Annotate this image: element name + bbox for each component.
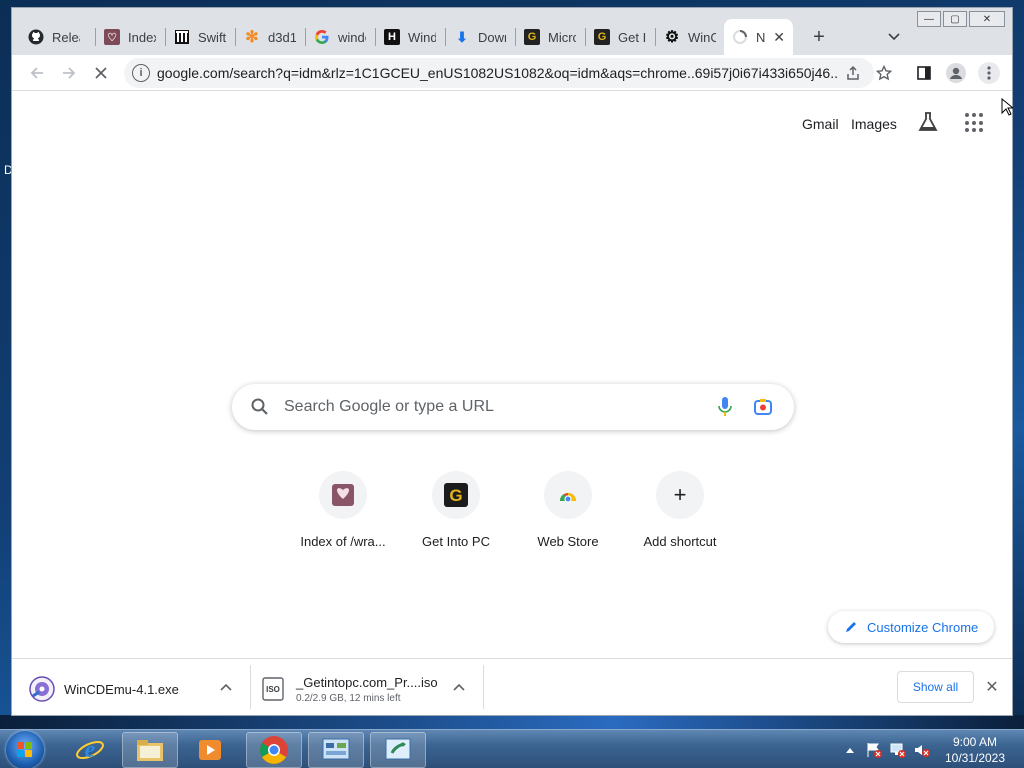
plus-icon: +: [656, 471, 704, 519]
address-bar[interactable]: i google.com/search?q=idm&rlz=1C1GCEU_en…: [124, 58, 874, 88]
clock-time: 9:00 AM: [952, 735, 998, 749]
download-arrow-icon: ⬇: [456, 28, 468, 45]
chrome-icon[interactable]: [246, 732, 302, 768]
share-icon[interactable]: [842, 62, 864, 84]
bookmark-star-icon[interactable]: [873, 62, 895, 84]
orange-asterisk-icon: ✻: [245, 29, 259, 46]
tab-google-windows[interactable]: windo: [306, 19, 376, 55]
svg-text:G: G: [449, 486, 462, 505]
search-placeholder[interactable]: Search Google or type a URL: [284, 398, 494, 416]
volume-muted-icon[interactable]: [913, 730, 931, 768]
new-tab-button[interactable]: +: [807, 25, 831, 49]
close-download-shelf-button[interactable]: ✕: [982, 677, 1002, 697]
chrome-webstore-icon: [544, 471, 592, 519]
google-search-box[interactable]: Search Google or type a URL: [232, 384, 794, 430]
show-all-downloads-button[interactable]: Show all: [897, 671, 974, 703]
google-icon: [314, 29, 330, 45]
index-favicon-icon: ♡: [104, 29, 120, 45]
getintopc-icon: G: [594, 29, 610, 45]
images-link[interactable]: Images: [851, 116, 897, 132]
download-shelf: WinCDEmu-4.1.exe ISO _Getintopc.com_Pr..…: [12, 658, 1012, 715]
chrome-menu-icon[interactable]: [978, 62, 1000, 84]
action-center-flag-icon[interactable]: [865, 730, 883, 768]
svg-text:e: e: [85, 737, 96, 763]
network-icon[interactable]: [889, 730, 907, 768]
search-icon: [250, 397, 270, 417]
gmail-link[interactable]: Gmail: [802, 116, 839, 132]
chevron-up-icon[interactable]: [449, 677, 469, 697]
chrome-window: Releases ♡ Index of Swift ✻ d3d1 windo: [11, 7, 1013, 716]
close-icon: [95, 67, 107, 79]
iso-file-icon: ISO: [262, 677, 284, 701]
pencil-icon: [846, 622, 856, 632]
microphone-icon[interactable]: [718, 396, 732, 418]
new-tab-page: Gmail Images Search Google or type a URL: [12, 91, 1012, 658]
system-clock[interactable]: 9:00 AM 10/31/2023: [935, 734, 1015, 766]
show-hidden-icons-button[interactable]: [845, 730, 855, 768]
download-separator: [483, 665, 484, 709]
internet-explorer-icon[interactable]: e: [62, 732, 118, 768]
browser-toolbar: i google.com/search?q=idm&rlz=1C1GCEU_en…: [12, 55, 1012, 91]
back-arrow-icon: [30, 67, 43, 79]
customize-chrome-button[interactable]: Customize Chrome: [828, 611, 994, 643]
download-item-iso[interactable]: ISO _Getintopc.com_Pr....iso 0.2/2.9 GB,…: [262, 667, 438, 711]
download-item-wincdemu[interactable]: WinCDEmu-4.1.exe: [29, 667, 179, 711]
stop-loading-button[interactable]: [88, 60, 114, 86]
google-lens-camera-icon[interactable]: [753, 397, 773, 417]
tab-microsoft[interactable]: G Micro: [516, 19, 586, 55]
tab-releases[interactable]: Releases: [20, 19, 90, 55]
h-logo-icon: H: [384, 29, 400, 45]
site-info-icon[interactable]: i: [132, 64, 150, 82]
shortcut-web-store[interactable]: Web Store: [512, 465, 624, 561]
shortcut-add[interactable]: + Add shortcut: [624, 465, 736, 561]
getintopc-icon: G: [432, 471, 480, 519]
start-button[interactable]: [6, 731, 44, 768]
tab-d3d1[interactable]: ✻ d3d1: [236, 19, 306, 55]
windows-logo-icon: [17, 742, 33, 758]
forward-button[interactable]: [56, 60, 82, 86]
getintopc-icon: G: [524, 29, 540, 45]
side-panel-icon[interactable]: [913, 62, 935, 84]
chevron-up-icon[interactable]: [216, 677, 236, 697]
forward-arrow-icon: [63, 67, 76, 79]
swift-bank-icon: [174, 29, 190, 45]
windows-update-icon[interactable]: [370, 732, 426, 768]
github-icon: [28, 29, 44, 45]
google-apps-grid-icon[interactable]: [965, 113, 985, 133]
windows-taskbar: e 9:00 AM 10/31/2023: [0, 729, 1024, 768]
clock-date: 10/31/2023: [944, 751, 1006, 765]
download-separator: [250, 665, 251, 709]
back-button[interactable]: [24, 60, 50, 86]
svg-text:ISO: ISO: [266, 685, 280, 694]
tab-strip: Releases ♡ Index of Swift ✻ d3d1 windo: [12, 8, 1012, 55]
shortcut-get-into-pc[interactable]: G Get Into PC: [400, 465, 512, 561]
tab-close-button[interactable]: ✕: [773, 29, 785, 46]
mouse-pointer-icon: [1001, 98, 1013, 116]
file-explorer-icon[interactable]: [122, 732, 178, 768]
control-panel-icon[interactable]: [308, 732, 364, 768]
maximize-button[interactable]: ▢: [943, 11, 967, 27]
wincdemu-installer-icon: [29, 676, 55, 702]
loading-spinner-icon: [732, 29, 748, 45]
desktop-wallpaper-stripe: [0, 715, 1024, 729]
profile-avatar-icon[interactable]: [945, 62, 967, 84]
minimize-button[interactable]: —: [917, 11, 941, 27]
address-url[interactable]: google.com/search?q=idm&rlz=1C1GCEU_enUS…: [157, 65, 837, 81]
gear-icon: ⚙: [664, 29, 680, 46]
tab-swift[interactable]: Swift: [166, 19, 236, 55]
tab-search-chevron-icon[interactable]: [884, 27, 904, 47]
tab-new-tab-active[interactable]: Ne ✕: [724, 19, 793, 55]
tab-download[interactable]: ⬇ Down: [446, 19, 516, 55]
tab-get-into[interactable]: G Get In: [586, 19, 656, 55]
search-labs-flask-icon[interactable]: [917, 111, 941, 135]
media-player-icon[interactable]: [182, 732, 238, 768]
tab-index-of[interactable]: ♡ Index of: [96, 19, 166, 55]
tab-windows-h[interactable]: H Windo: [376, 19, 446, 55]
chevron-up-icon: [846, 747, 854, 753]
close-window-button[interactable]: ✕: [969, 11, 1005, 27]
shortcut-index-of[interactable]: Index of /wra...: [287, 465, 399, 561]
index-favicon-icon: [319, 471, 367, 519]
tab-wincdemu[interactable]: ⚙ WinC: [656, 19, 726, 55]
